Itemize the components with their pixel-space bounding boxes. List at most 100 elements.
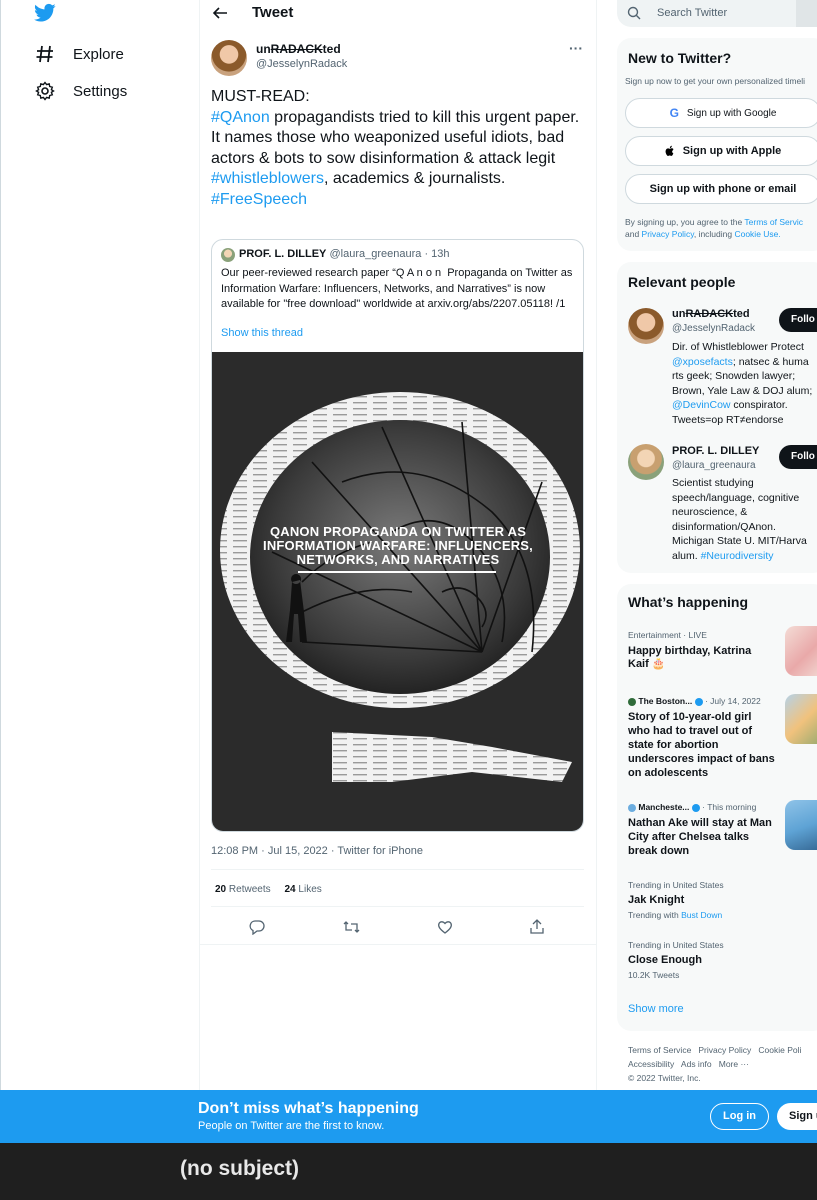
author-handle[interactable]: @JesselynRadack [256,58,347,70]
footer-copyright: © 2022 Twitter, Inc. [628,1073,701,1083]
person-2-bio-1: Scientist studying [672,477,754,489]
signup-button[interactable]: Sign u [777,1103,817,1130]
trend-3-source: Mancheste... [638,802,690,812]
person-2-follow-label: Follo [791,451,815,462]
footer-cookie-link[interactable]: Cookie Poli [758,1045,801,1055]
left-nav: Explore Settings [0,0,200,1090]
signup-label: Sign u [789,1110,817,1122]
footer-terms-link[interactable]: Terms of Service [628,1045,691,1055]
nav-settings[interactable]: Settings [35,81,127,101]
person-2-avatar[interactable] [628,444,664,480]
login-button[interactable]: Log in [710,1103,769,1130]
person-2-bio-2: speech/language, cognitive [672,491,800,504]
back-arrow-icon[interactable] [212,5,228,26]
nav-explore-label: Explore [73,45,124,63]
xposefacts-link[interactable]: @xposefacts [672,356,733,368]
share-icon[interactable] [529,918,545,940]
tweet-timestamp[interactable]: 12:08 PM · Jul 15, 2022 · Twitter for iP… [211,845,423,857]
new-to-twitter-subtitle: Sign up now to get your own personalized… [625,76,806,86]
person-2-follow-button[interactable]: Follo [779,445,817,469]
quote-avatar [221,248,235,262]
person-1-bio-6: Tweets=op RT≠endorse [672,413,784,426]
trend-2-meta: The Boston... · July 14, 2022 [628,696,788,706]
person-1-name[interactable]: unRADACKted [672,308,750,320]
like-icon[interactable] [437,919,453,940]
hashtag-link-qanon[interactable]: #QAnon [211,109,270,126]
trend-2-title-1: Story of 10-year-old girl [628,711,752,723]
signup-apple-label: Sign up with Apple [682,145,782,157]
paper-cover-image[interactable]: QANON PROPAGANDA ON TWITTER AS INFORMATI… [212,352,583,831]
retweets-count: 20 [215,884,227,895]
person-1-handle[interactable]: @JesselynRadack [672,323,755,334]
divider-3 [200,944,597,945]
search-box[interactable]: Search Twitter [617,0,817,27]
person-2-handle[interactable]: @laura_greenaura [672,460,756,471]
divider-1 [211,869,584,870]
quote-text: Our peer-reviewed research paper “Q A n … [221,267,576,310]
cover-title-line-3: NETWORKS, AND NARRATIVES [296,552,500,567]
footer-more-link[interactable]: More ··· [719,1059,749,1069]
nav-explore[interactable]: Explore [35,44,124,64]
whats-happening-title: What’s happening [628,594,749,610]
trend-5[interactable]: Trending in United States Close Enough 1… [628,940,817,980]
person-1-bio-5: conspirator. [730,399,788,411]
quoted-tweet[interactable]: PROF. L. DILLEY @laura_greenaura · 13h O… [211,239,584,832]
q-logo-graphic [220,392,580,782]
reply-icon[interactable] [249,919,265,940]
trend-5-sub: 10.2K Tweets [628,970,680,980]
cookie-link[interactable]: Cookie Use. [734,229,780,239]
hashtag-link-freespeech[interactable]: #FreeSpeech [211,190,591,211]
tweet-column: Tweet unRADACKted @JesselynRadack ··· MU… [199,0,597,1090]
signup-google-label: Sign up with Google [686,107,777,119]
twitter-logo-icon[interactable] [34,3,56,28]
person-1-avatar[interactable] [628,308,664,344]
author-avatar[interactable] [211,40,247,76]
privacy-link[interactable]: Privacy Policy [642,229,694,239]
more-options-icon[interactable]: ··· [569,40,583,56]
show-more-link[interactable]: Show more [628,1003,684,1015]
mancity-source-icon [628,803,636,812]
trend-2-image [785,694,817,744]
trend-3[interactable]: Mancheste... · This morning Nathan Ake w… [628,802,788,858]
author-name-suffix: ted [322,42,341,56]
neurodiversity-link[interactable]: #Neurodiversity [701,550,774,562]
retweets-stat[interactable]: 20 Retweets [215,884,271,895]
signup-phone-button[interactable]: Sign up with phone or email [625,174,817,204]
author-name-prefix: un [256,42,271,56]
devincow-link[interactable]: @DevinCow [672,399,731,411]
trend-4-title: Jak Knight [628,894,685,906]
hashtag-link-whistleblowers[interactable]: #whistleblowers [211,170,324,187]
show-thread-link[interactable]: Show this thread [221,327,303,339]
person-2-name[interactable]: PROF. L. DILLEY [672,445,759,457]
google-icon: G [669,106,679,120]
footer-privacy-link[interactable]: Privacy Policy [698,1045,751,1055]
quote-handle: @laura_greenaura [329,248,422,260]
author-name-struck: RADACK [270,42,323,56]
likes-stat[interactable]: 24 Likes [285,884,322,895]
terms-link[interactable]: Terms of Servic [744,217,803,227]
footer-ads-link[interactable]: Ads info [681,1059,712,1069]
banner-title: Don’t miss what’s happening [198,1100,419,1117]
page-title: Tweet [252,4,294,21]
bust-down-link[interactable]: Bust Down [681,910,722,920]
trend-4[interactable]: Trending in United States Jak Knight Tre… [628,880,817,920]
trend-2-title-2: who had to travel out of [628,725,753,737]
retweet-icon[interactable] [343,919,360,940]
quote-author: PROF. L. DILLEY @laura_greenaura · 13h [239,248,450,260]
signup-google-button[interactable]: G Sign up with Google [625,98,817,128]
new-to-twitter-panel: New to Twitter? Sign up now to get your … [617,38,817,251]
bottom-dark-bar: (no subject) [0,1143,817,1200]
trend-2-title-3: state for abortion [628,739,719,751]
verified-badge-icon-2 [691,803,700,812]
signup-apple-button[interactable]: Sign up with Apple [625,136,817,166]
author-name[interactable]: unRADACKted [256,42,341,56]
nav-settings-label: Settings [73,82,128,100]
banner-subtitle: People on Twitter are the first to know. [198,1120,385,1132]
person-1-follow-button[interactable]: Follo [779,308,817,332]
engagement-stats: 20 Retweets 24 Likes [215,884,322,895]
trend-2-title-4: underscores impact of bans [628,753,775,765]
trend-4-sub: Trending with Bust Down [628,910,817,920]
clear-search-button[interactable] [796,0,817,27]
footer-accessibility-link[interactable]: Accessibility [628,1059,674,1069]
trend-2[interactable]: The Boston... · July 14, 2022 Story of 1… [628,696,788,780]
